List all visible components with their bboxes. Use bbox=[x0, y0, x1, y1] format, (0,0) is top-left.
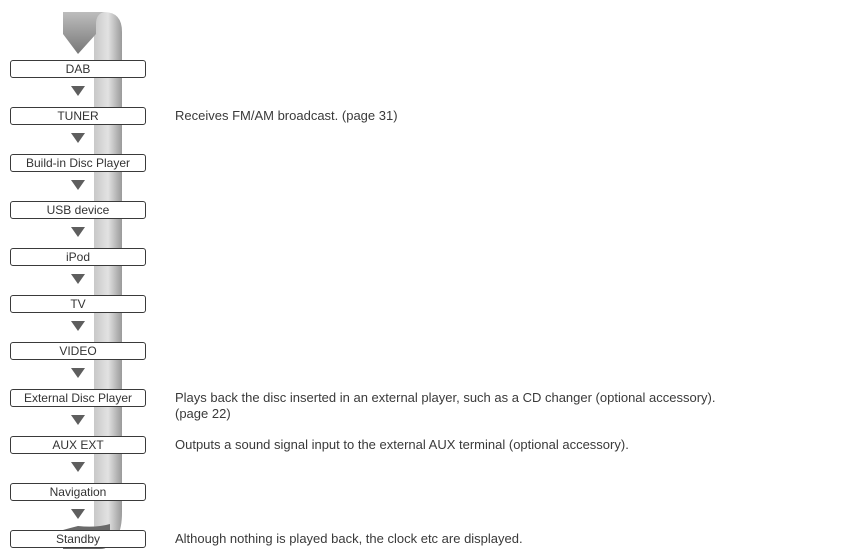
source-box-external-disc-player: External Disc Player bbox=[10, 389, 146, 407]
source-box-tuner: TUNER bbox=[10, 107, 146, 125]
source-box-ipod: iPod bbox=[10, 248, 146, 266]
source-description: Although nothing is played back, the clo… bbox=[175, 531, 523, 546]
down-arrow-icon bbox=[71, 415, 85, 425]
source-description: Plays back the disc inserted in an exter… bbox=[175, 390, 716, 421]
source-box-video: VIDEO bbox=[10, 342, 146, 360]
source-box-usb-device: USB device bbox=[10, 201, 146, 219]
cycle-loop-band bbox=[63, 12, 122, 549]
down-arrow-icon bbox=[71, 133, 85, 143]
source-description: Receives FM/AM broadcast. (page 31) bbox=[175, 108, 398, 123]
source-box-build-in-disc-player: Build-in Disc Player bbox=[10, 154, 146, 172]
down-arrow-icon bbox=[71, 180, 85, 190]
down-arrow-icon bbox=[71, 462, 85, 472]
return-band bbox=[94, 12, 122, 544]
source-cycle-diagram: DAB TUNER Receives FM/AM broadcast. (page … bbox=[0, 0, 865, 549]
source-box-navigation: Navigation bbox=[10, 483, 146, 501]
down-arrow-icon bbox=[71, 368, 85, 378]
down-arrow-icon bbox=[71, 227, 85, 237]
source-description: Outputs a sound signal input to the exte… bbox=[175, 437, 629, 452]
source-box-dab: DAB bbox=[10, 60, 146, 78]
source-box-standby: Standby bbox=[10, 530, 146, 548]
down-arrow-icon bbox=[71, 86, 85, 96]
source-box-tv: TV bbox=[10, 295, 146, 313]
down-arrow-icon bbox=[71, 321, 85, 331]
down-arrow-icon bbox=[71, 509, 85, 519]
source-box-aux-ext: AUX EXT bbox=[10, 436, 146, 454]
down-arrow-icon bbox=[71, 274, 85, 284]
